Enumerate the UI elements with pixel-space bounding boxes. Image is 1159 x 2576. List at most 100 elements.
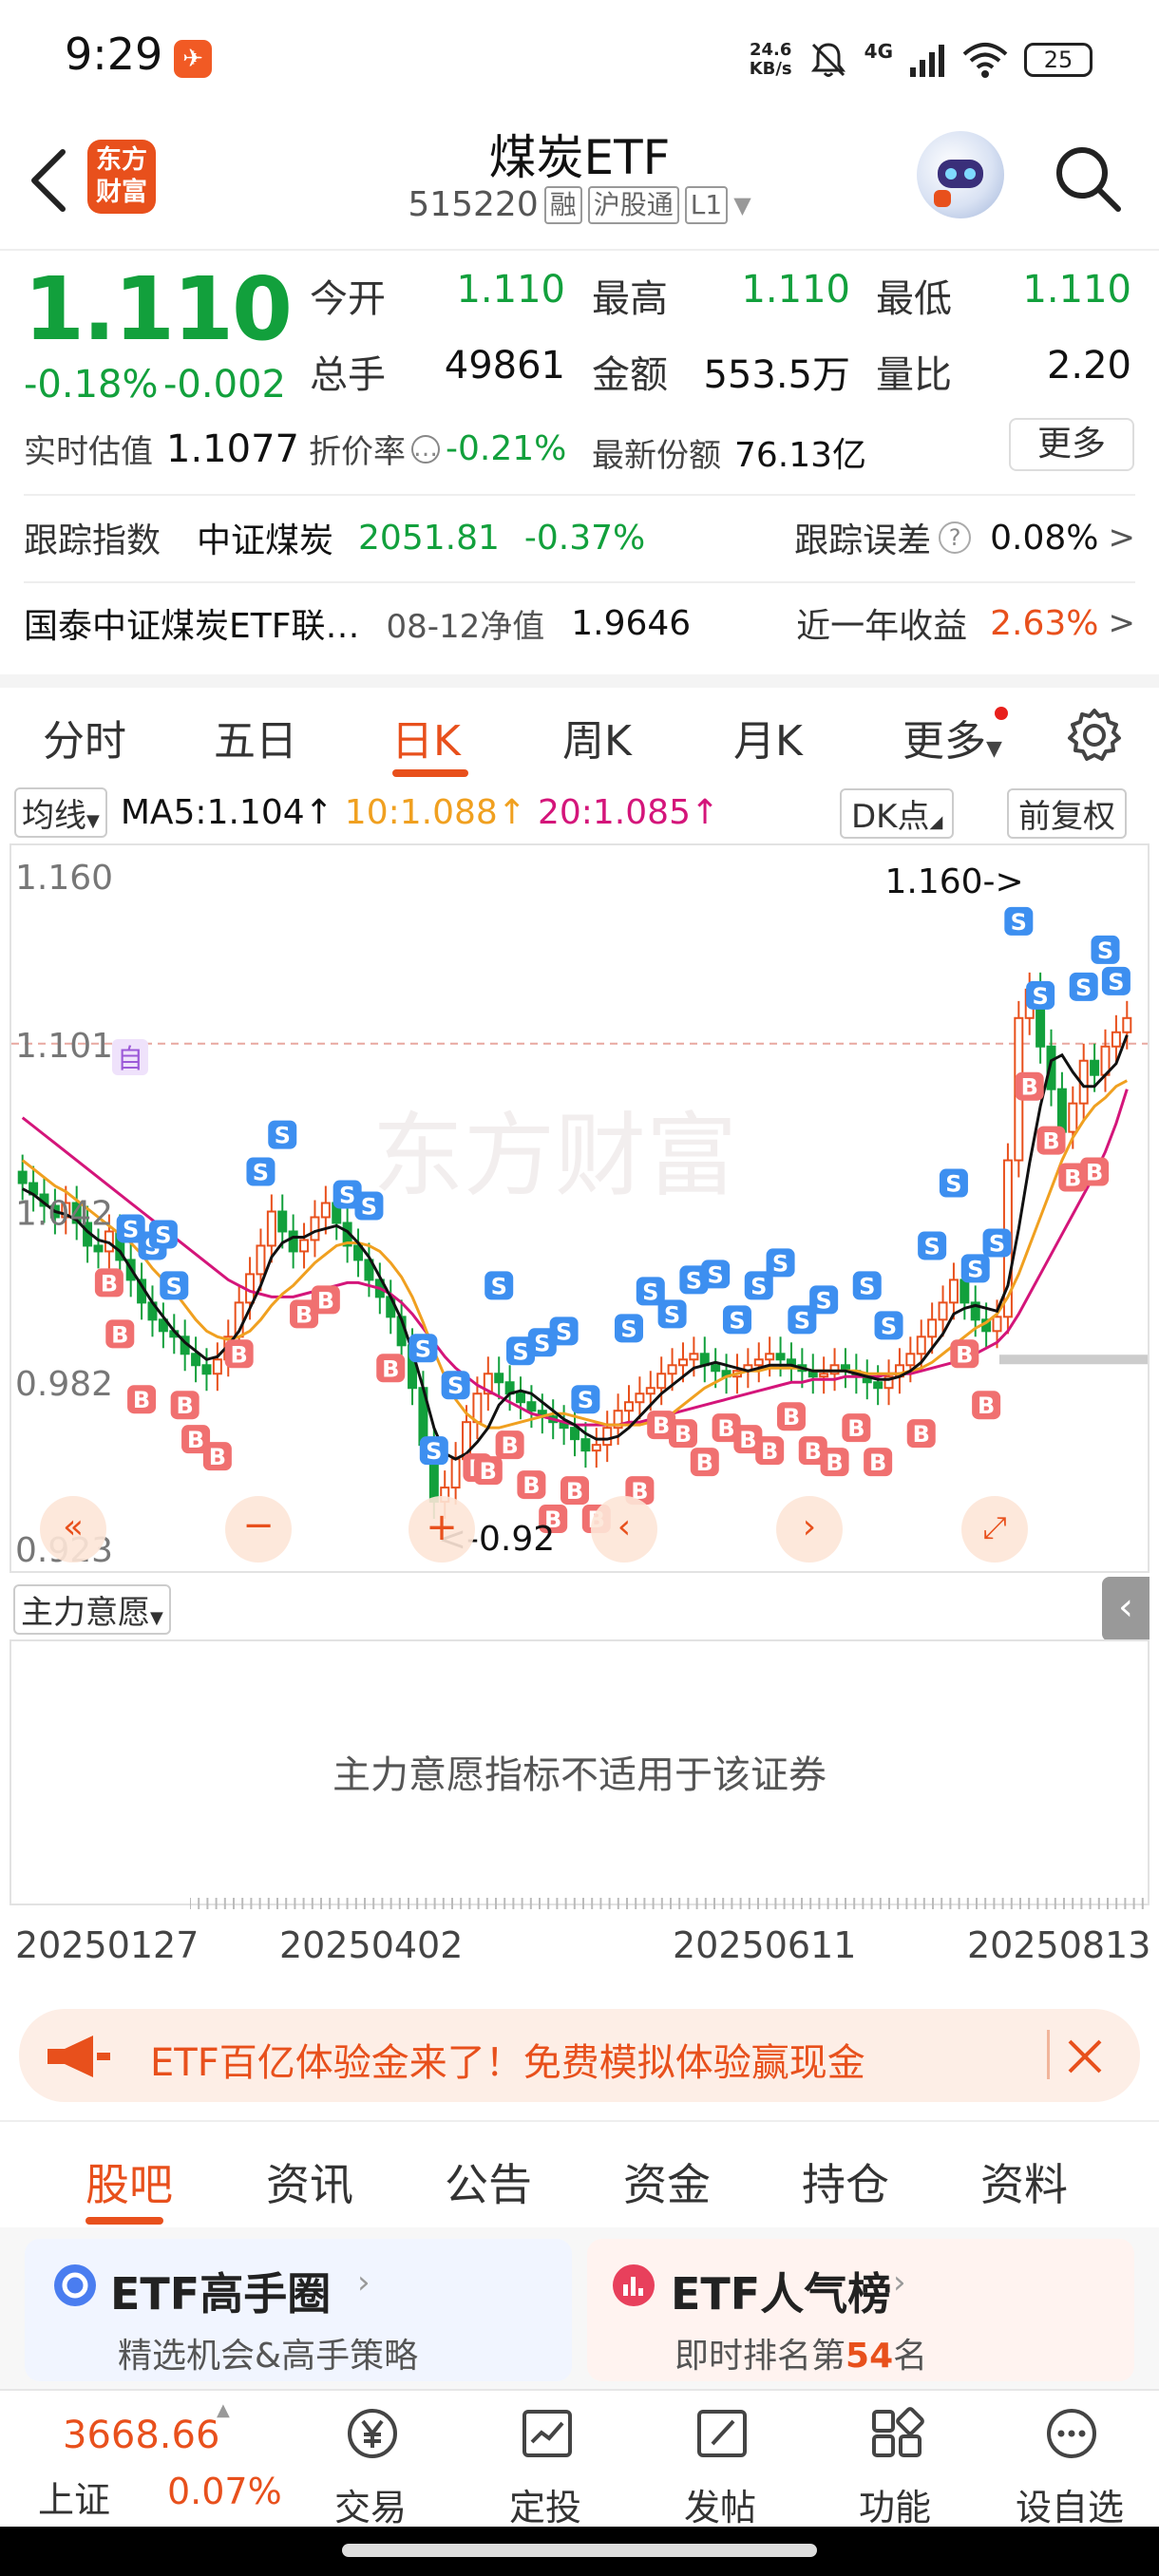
circle-logo-icon: [54, 2264, 96, 2306]
fund-nav-row[interactable]: 国泰中证煤炭ETF联… 08-12净值 1.9646 近一年收益 2.63% >: [24, 593, 1135, 653]
signal-letter: S: [447, 1373, 464, 1399]
candle-body: [775, 1353, 786, 1361]
signal-letter: S: [1011, 909, 1027, 936]
nav-trade[interactable]: 交易: [294, 2391, 446, 2533]
collapse-panel-button[interactable]: ‹: [1102, 1577, 1150, 1641]
chevron-right-icon: >: [1108, 604, 1136, 642]
signal-letter: B: [133, 1387, 150, 1413]
dk-points-button[interactable]: DK点◢: [840, 788, 955, 839]
candle-body: [191, 1353, 201, 1367]
tab-more[interactable]: 更多▼: [902, 707, 1008, 767]
settings-gear-icon[interactable]: [1066, 707, 1123, 764]
tab-profile[interactable]: 资料: [980, 2150, 1068, 2213]
signal-letter: B: [101, 1270, 118, 1297]
tab-more-label: 更多: [902, 717, 986, 766]
robot-assistant-avatar[interactable]: [917, 131, 1004, 218]
high-annotation: 1.160->: [884, 862, 1023, 901]
more-dropdown-icon: ▼: [986, 737, 1002, 761]
etf-expert-circle-card[interactable]: ETF高手圈 › 精选机会&高手策略: [25, 2239, 572, 2381]
signal-letter: S: [750, 1273, 767, 1299]
info-icon[interactable]: …: [411, 434, 440, 464]
tab-daily-k[interactable]: 日K: [391, 707, 461, 767]
type-select-label: 均线: [22, 796, 86, 835]
tab-weekly-k[interactable]: 周K: [562, 707, 632, 767]
signal-letter: S: [642, 1279, 658, 1305]
candle-body: [266, 1210, 276, 1247]
chevron-right-icon: ›: [357, 2263, 370, 2301]
yearly-return-label: 近一年收益: [796, 607, 968, 646]
more-button[interactable]: 更多: [1009, 418, 1134, 471]
red-dot-badge: [994, 707, 1008, 720]
signal-letter: B: [847, 1415, 864, 1442]
tag-level[interactable]: L1: [684, 185, 729, 224]
signal-letter: S: [967, 1256, 983, 1282]
y-tick-label: 0.982: [15, 1365, 113, 1404]
signal-letter: B: [739, 1427, 756, 1453]
ma5-value: MA5:1.104: [120, 792, 305, 832]
signal-letter: B: [177, 1392, 194, 1419]
candle-body: [310, 1216, 320, 1241]
signal-letter: S: [415, 1335, 431, 1362]
scroll-left-button[interactable]: «: [40, 1496, 106, 1563]
tab-holdings[interactable]: 持仓: [802, 2150, 889, 2213]
sub-indicator-select[interactable]: 主力意愿▼: [13, 1584, 171, 1635]
fullscreen-icon[interactable]: ⤢: [961, 1496, 1028, 1563]
tab-forum[interactable]: 股吧: [86, 2150, 173, 2213]
candle-body: [256, 1244, 266, 1276]
track-index-name: 中证煤炭: [197, 521, 334, 560]
nav-functions[interactable]: 功能: [819, 2391, 971, 2533]
nav-label: 定投: [508, 2487, 581, 2529]
level-dropdown-icon[interactable]: ▼: [733, 192, 750, 218]
home-indicator[interactable]: [342, 2544, 817, 2557]
indicator-unavailable-message: 主力意愿指标不适用于该证券: [332, 1753, 826, 1797]
close-icon[interactable]: [1064, 2036, 1106, 2077]
tab-intraday[interactable]: 分时: [43, 707, 126, 767]
candle-body: [711, 1364, 721, 1373]
tab-five-day[interactable]: 五日: [214, 707, 297, 767]
etf-popularity-card[interactable]: ETF人气榜 › 即时排名第54名: [587, 2239, 1134, 2381]
tab-monthly-k[interactable]: 月K: [733, 707, 803, 767]
shares-label: 最新份额: [592, 436, 721, 475]
help-icon[interactable]: ?: [939, 521, 972, 554]
rank-prefix: 即时排名第: [674, 2337, 846, 2376]
quote-panel: 1.110 -0.18% -0.002 今开 1.110 最高 1.110 最低…: [0, 249, 1159, 676]
tag-margin: 融: [543, 185, 582, 224]
nav-post[interactable]: 发帖: [644, 2391, 796, 2533]
indicator-type-select[interactable]: 均线▼: [14, 786, 107, 838]
stock-code: 515220: [408, 185, 539, 224]
market-index-ticker[interactable]: 3668.66 ▲ 上证 0.07%: [0, 2391, 285, 2533]
latest-shares: 最新份额 76.13亿: [592, 427, 866, 477]
kline-chart-svg[interactable]: 东方财富 1.1601.1011.0420.9820.923SSSSSSSSSS…: [11, 845, 1148, 1571]
nav-add-watchlist[interactable]: 设自选: [994, 2391, 1146, 2533]
promo-banner[interactable]: ETF百亿体验金来了！免费模拟体验赢现金: [19, 2009, 1140, 2102]
candle-body: [1090, 1059, 1100, 1076]
discount-rate: 折价率 … -0.21%: [309, 426, 566, 472]
candle-body: [472, 1392, 483, 1424]
signal-letter: S: [253, 1160, 269, 1186]
index-value: 3668.66: [63, 2414, 220, 2457]
candle-body: [1056, 1088, 1067, 1133]
grid-apps-icon: [872, 2407, 924, 2457]
signal-letter: S: [794, 1307, 810, 1334]
tab-announcements[interactable]: 公告: [445, 2150, 532, 2213]
nav-label: 交易: [333, 2487, 407, 2529]
sub-indicator-label: 主力意愿: [21, 1594, 150, 1632]
zoom-out-button[interactable]: −: [225, 1496, 292, 1563]
kline-chart[interactable]: 东方财富 1.1601.1011.0420.9820.923SSSSSSSSSS…: [10, 843, 1150, 1573]
date-scroll-ticks[interactable]: [190, 1896, 1150, 1911]
nav-label: 发帖: [683, 2487, 756, 2529]
previous-button[interactable]: ‹: [591, 1496, 657, 1563]
discount-value: -0.21%: [446, 429, 567, 468]
signal-letter: S: [534, 1330, 550, 1356]
signal-letter: S: [426, 1438, 442, 1465]
next-button[interactable]: ›: [776, 1496, 843, 1563]
tab-funds[interactable]: 资金: [623, 2150, 711, 2213]
zoom-in-button[interactable]: +: [408, 1496, 475, 1563]
nav-fixed-invest[interactable]: 定投: [469, 2391, 621, 2533]
amount-value: 553.5万: [703, 353, 850, 397]
adjust-button[interactable]: 前复权: [1007, 788, 1127, 839]
search-icon[interactable]: [1050, 141, 1126, 217]
tracking-index-row[interactable]: 跟踪指数 中证煤炭 2051.81 -0.37% 跟踪误差 ? 0.08% >: [24, 507, 1135, 568]
ma20-label: 20:1.085↑: [537, 792, 720, 832]
tab-news[interactable]: 资讯: [266, 2150, 353, 2213]
